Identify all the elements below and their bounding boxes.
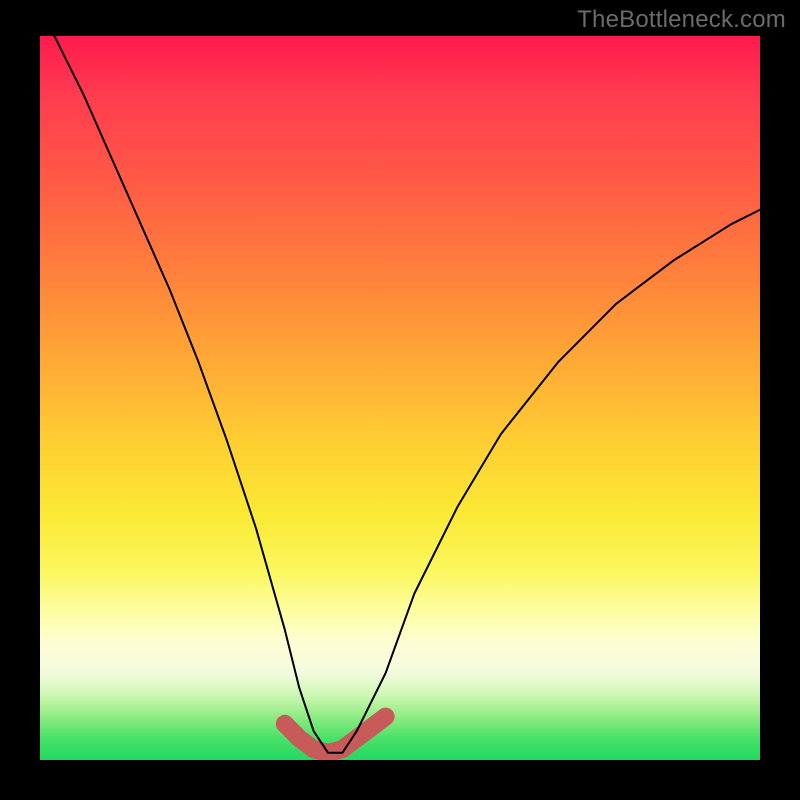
bottleneck-curve [54, 36, 760, 753]
watermark-text: TheBottleneck.com [577, 6, 786, 34]
chart-frame: TheBottleneck.com [0, 0, 800, 800]
plot-area [40, 36, 760, 760]
optimal-range-curve [285, 717, 386, 753]
curve-layer [40, 36, 760, 760]
